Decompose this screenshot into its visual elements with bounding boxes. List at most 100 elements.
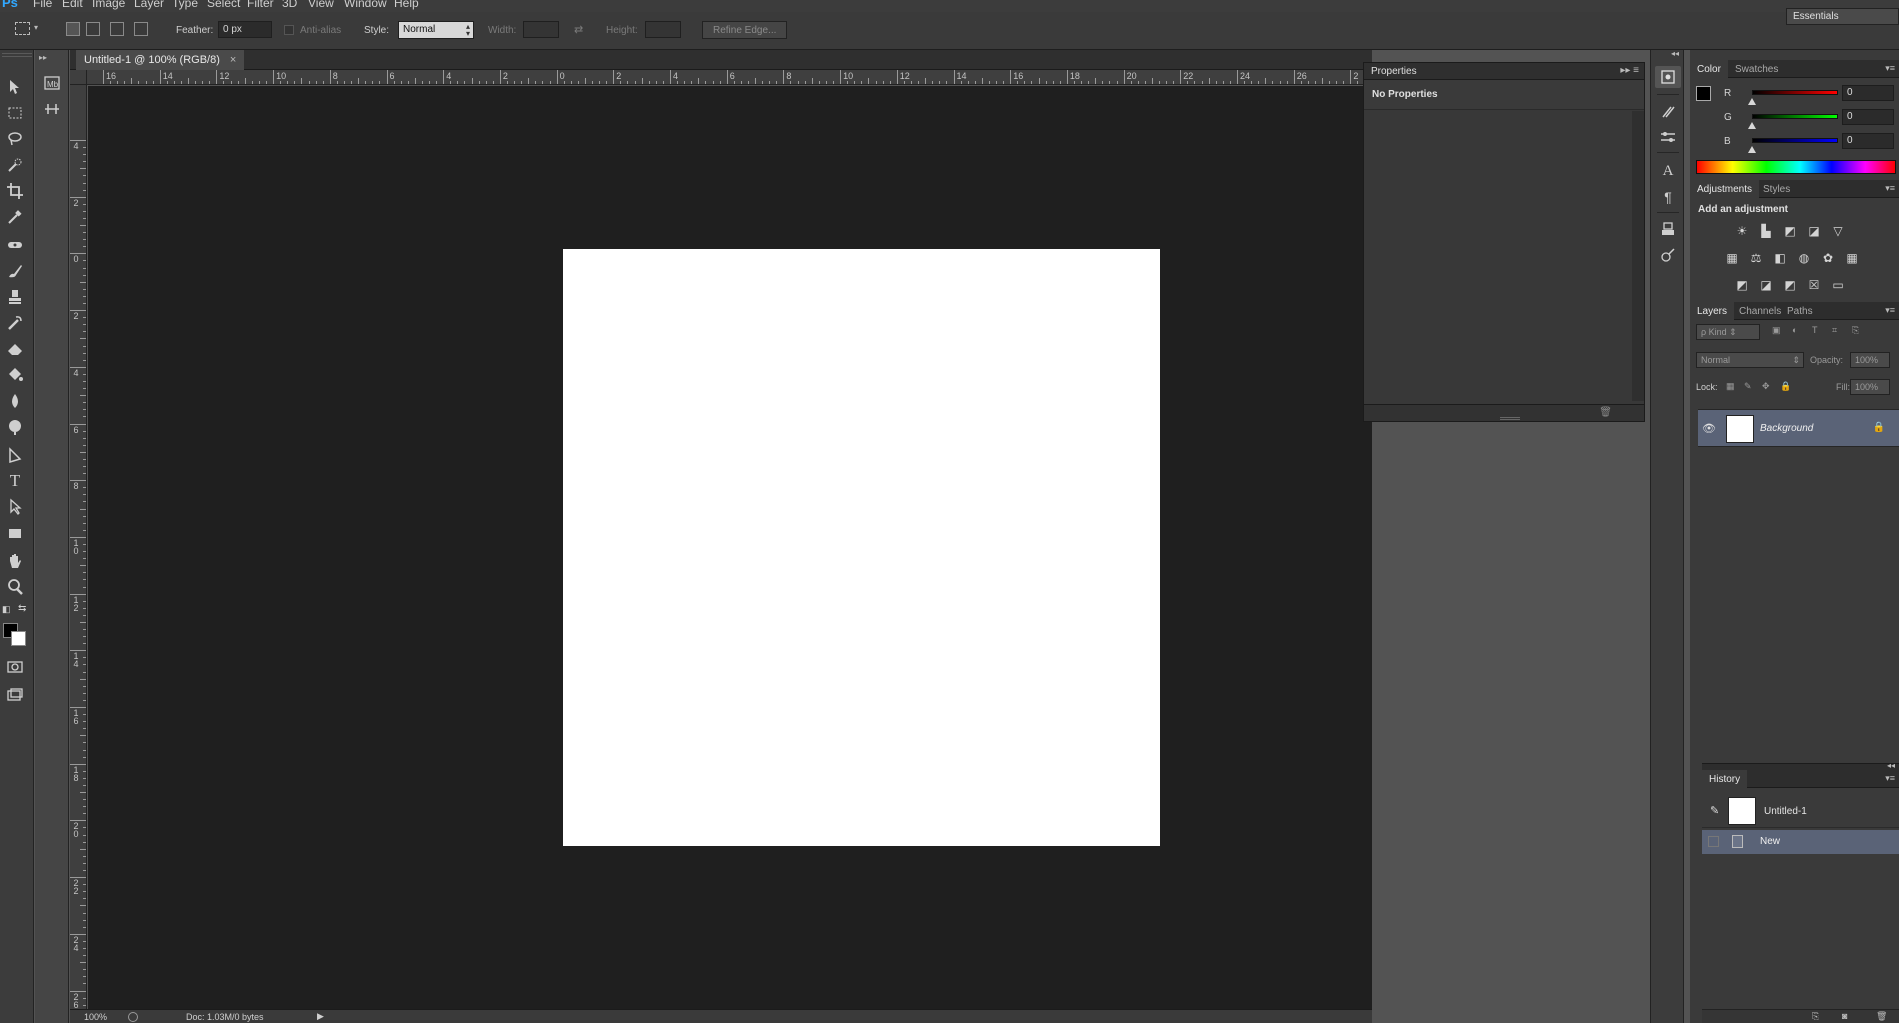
filter-shape-icon[interactable]: ⌗ [1832,325,1837,336]
lock-transparent-icon[interactable]: ▦ [1726,381,1735,392]
new-selection-icon[interactable] [66,22,80,36]
photo-filter-icon[interactable]: ◍ [1796,251,1812,265]
tab-swatches[interactable]: Swatches [1728,60,1785,78]
quick-mask-icon[interactable] [2,656,28,678]
panel-menu-icon[interactable]: ▾≡ [1885,773,1895,784]
hue-saturation-icon[interactable]: ▦ [1724,251,1740,265]
layer-row-background[interactable]: 👁 Background 🔒 [1698,409,1899,447]
add-selection-icon[interactable] [86,22,100,36]
menu-select[interactable]: Select [207,0,240,10]
preset-dropdown-icon[interactable]: ▾ [34,23,38,32]
subtract-selection-icon[interactable] [110,22,124,36]
blur-tool-icon[interactable] [2,390,28,412]
menu-view[interactable]: View [308,0,334,10]
panel-menu-icon[interactable]: ▾≡ [1885,63,1895,74]
dodge-tool-icon[interactable] [2,416,28,438]
threshold-icon[interactable]: ◩ [1782,278,1798,292]
resize-grip[interactable] [1500,417,1520,420]
move-tool-icon[interactable] [2,76,28,98]
character-dock-icon[interactable]: A [1655,160,1681,182]
lock-pixels-icon[interactable]: ✎ [1744,381,1752,392]
lasso-tool-icon[interactable] [2,128,28,150]
antialias-checkbox[interactable] [284,25,294,35]
blend-mode-select[interactable]: Normal ⇕ [1696,352,1804,368]
black-white-icon[interactable]: ◧ [1772,251,1788,265]
color-lookup-icon[interactable]: ▦ [1844,251,1860,265]
width-input[interactable] [523,21,559,38]
properties-header[interactable]: Properties ▸▸ ≡ [1364,63,1644,80]
panel-menu-icon[interactable]: ▸▸ ≡ [1620,65,1639,76]
red-channel-slider[interactable] [1752,90,1838,95]
path-selection-tool-icon[interactable] [2,496,28,518]
ruler-origin[interactable] [70,70,87,85]
color-balance-icon[interactable]: ⚖ [1748,251,1764,265]
menu-filter[interactable]: Filter [247,0,274,10]
menu-help[interactable]: Help [394,0,419,10]
filter-type-icon[interactable]: T [1812,325,1818,335]
tool-presets-dock-icon[interactable] [1655,244,1681,266]
close-tab-icon[interactable]: × [230,54,236,66]
lock-all-icon[interactable]: 🔒 [1780,381,1791,392]
zoom-level[interactable]: 100% [84,1012,107,1022]
layer-name[interactable]: Background [1760,423,1813,434]
green-channel-value[interactable]: 0 [1842,109,1894,125]
collapse-icon[interactable]: ▸▸ [1620,65,1630,76]
clone-source-dock-icon[interactable] [1655,218,1681,240]
history-snapshot[interactable]: ✎ Untitled-1 [1702,794,1899,828]
zoom-tool-icon[interactable] [2,576,28,598]
workspace-select[interactable]: Essentials [1786,8,1899,25]
height-input[interactable] [645,21,681,38]
blue-channel-value[interactable]: 0 [1842,133,1894,149]
brush-dock-icon[interactable] [1655,126,1681,148]
filter-pixel-icon[interactable]: ▣ [1772,325,1781,336]
status-menu-arrow-icon[interactable]: ▶ [317,1011,324,1022]
tab-paths[interactable]: Paths [1780,302,1820,320]
swap-dimensions-icon[interactable]: ⇄ [574,23,583,36]
timeline-icon[interactable] [39,98,65,120]
delete-state-icon[interactable]: 🗑 [1876,1011,1887,1022]
screen-mode-icon[interactable] [2,684,28,706]
menu-3d[interactable]: 3D [282,0,297,10]
document-tab[interactable]: Untitled-1 @ 100% (RGB/8) × [76,50,245,70]
curves-icon[interactable]: ◩ [1782,224,1798,238]
gradient-map-icon[interactable]: ▭ [1830,278,1846,292]
eraser-tool-icon[interactable] [2,338,28,360]
feather-input[interactable]: 0 px [218,21,272,38]
expand-panels-icon[interactable]: ◂◂ [1671,49,1679,58]
eyedropper-tool-icon[interactable] [2,206,28,228]
pen-tool-icon[interactable] [2,444,28,466]
menu-image[interactable]: Image [92,0,125,10]
layer-kind-filter[interactable]: ρ Kind ⇕ [1696,324,1760,340]
channel-mixer-icon[interactable]: ✿ [1820,251,1836,265]
tab-color[interactable]: Color [1690,60,1728,78]
brush-presets-dock-icon[interactable] [1655,100,1681,122]
status-info-icon[interactable] [128,1012,138,1022]
panel-menu-icon[interactable]: ▾≡ [1885,183,1895,194]
opacity-input[interactable]: 100% [1850,352,1890,368]
type-tool-icon[interactable]: T [2,470,28,492]
menu-layer[interactable]: Layer [134,0,164,10]
menu-window[interactable]: Window [344,0,387,10]
menu-type[interactable]: Type [172,0,198,10]
properties-dock-icon[interactable] [1655,66,1681,88]
brightness-icon[interactable]: ☀ [1734,224,1750,238]
new-snapshot-icon[interactable]: ◙ [1842,1011,1847,1021]
rectangle-tool-icon[interactable] [2,522,28,544]
history-brush-source-icon[interactable]: ✎ [1710,804,1719,817]
marquee-tool-icon[interactable] [2,102,28,124]
blue-channel-slider[interactable] [1752,138,1838,143]
history-brush-tool-icon[interactable] [2,312,28,334]
invert-icon[interactable]: ◩ [1734,278,1750,292]
collapse-icon[interactable]: ◂◂ [1887,761,1895,770]
background-color-swatch[interactable] [11,631,26,646]
green-channel-slider[interactable] [1752,114,1838,119]
filter-adjustment-icon[interactable]: ◐ [1792,325,1797,335]
fill-input[interactable]: 100% [1850,379,1890,395]
tab-layers[interactable]: Layers [1690,302,1735,320]
marquee-tool-preset-icon[interactable] [15,22,30,35]
vertical-ruler[interactable]: 4202468101214161820222426 [70,85,87,1009]
red-slider-thumb[interactable] [1748,98,1756,105]
clone-stamp-tool-icon[interactable] [2,286,28,308]
panel-menu-icon[interactable]: ▾≡ [1885,305,1895,316]
color-spectrum-bar[interactable] [1696,160,1896,174]
